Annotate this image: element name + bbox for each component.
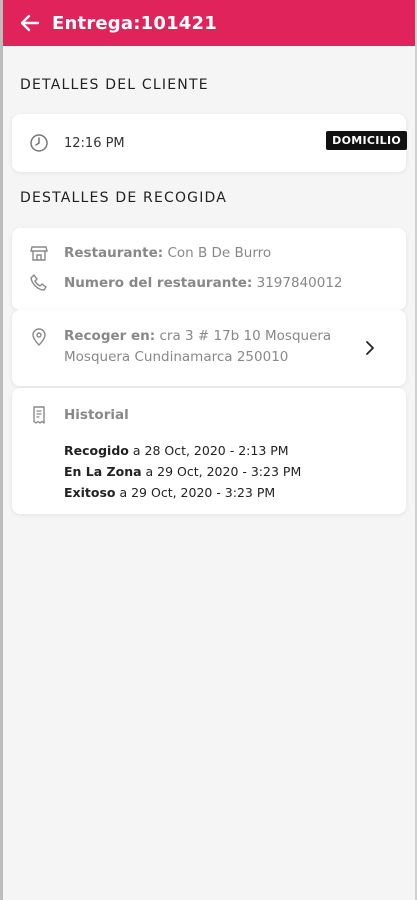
pickup-section-title: DESTALLES DE RECOGIDA (20, 190, 228, 206)
restaurant-value: Con B De Burro (167, 245, 272, 261)
phone-value: 3197840012 (256, 275, 343, 291)
history-list: Recogido a 28 Oct, 2020 - 2:13 PM En La … (64, 440, 390, 503)
history-date: a 29 Oct, 2020 - 3:23 PM (145, 464, 302, 479)
restaurant-name: Restaurante: Con B De Burro (64, 245, 271, 261)
address-label: Recoger en: (64, 328, 156, 344)
history-date: a 29 Oct, 2020 - 3:23 PM (119, 485, 276, 500)
history-card: Historial Recogido a 28 Oct, 2020 - 2:13… (12, 388, 406, 514)
history-date: a 28 Oct, 2020 - 2:13 PM (132, 443, 289, 458)
history-item: Exitoso a 29 Oct, 2020 - 3:23 PM (64, 482, 390, 503)
chevron-right-icon[interactable] (364, 339, 376, 361)
restaurant-label: Restaurante: (64, 245, 164, 261)
history-status: En La Zona (64, 464, 142, 479)
history-item: En La Zona a 29 Oct, 2020 - 3:23 PM (64, 461, 390, 482)
restaurant-phone: Numero del restaurante: 3197840012 (64, 275, 343, 291)
phone-row[interactable]: Numero del restaurante: 3197840012 (28, 272, 390, 294)
pickup-address: Recoger en: cra 3 # 17b 10 Mosquera Mosq… (64, 326, 354, 368)
restaurant-row: Restaurante: Con B De Burro (28, 242, 390, 264)
delivery-type-badge: DOMICILIO (326, 131, 407, 150)
clock-icon (28, 132, 50, 154)
page-title: Entrega:101421 (52, 12, 217, 34)
history-status: Recogido (64, 443, 129, 458)
back-arrow-icon[interactable] (18, 11, 42, 35)
history-item: Recogido a 28 Oct, 2020 - 2:13 PM (64, 440, 390, 461)
pickup-address-card[interactable]: Recoger en: cra 3 # 17b 10 Mosquera Mosq… (12, 310, 406, 386)
customer-time-card: 12:16 PM DOMICILIO (12, 114, 407, 172)
customer-section-title: DETALLES DEL CLIENTE (20, 77, 209, 93)
history-title: Historial (64, 407, 129, 423)
restaurant-card: Restaurante: Con B De Burro Numero del r… (12, 228, 406, 310)
store-icon (28, 242, 50, 264)
location-pin-icon (28, 326, 50, 348)
frame-edge-left (0, 0, 3, 900)
history-status: Exitoso (64, 485, 116, 500)
history-header: Historial (28, 404, 390, 426)
phone-icon (28, 272, 50, 294)
app-bar: Entrega:101421 (0, 0, 417, 46)
receipt-icon (28, 404, 50, 426)
phone-label: Numero del restaurante: (64, 275, 253, 291)
delivery-time: 12:16 PM (64, 135, 125, 151)
